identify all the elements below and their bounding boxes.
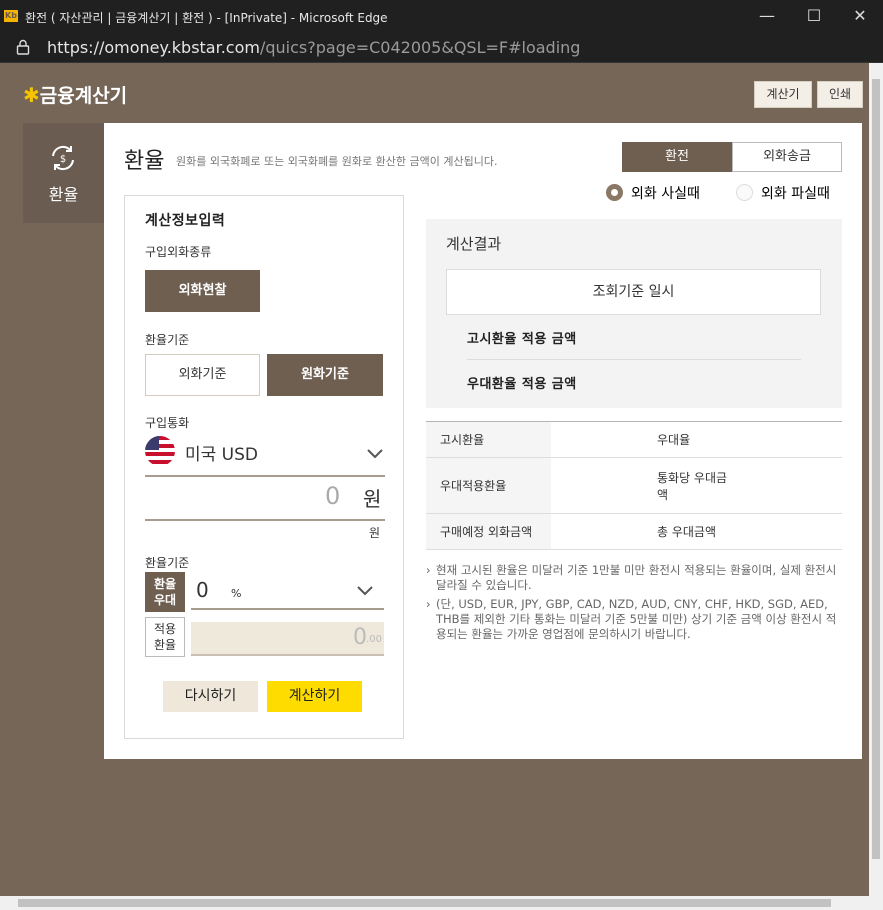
radio-sell[interactable]: 외화 파실때 xyxy=(736,183,830,203)
window-title: 환전 ( 자산관리 | 금융계산기 | 환전 ) - [InPrivate] -… xyxy=(25,11,388,25)
table-cell: 고시환율 xyxy=(426,421,551,458)
table-row: 고시환율 우대율 xyxy=(426,421,842,458)
address-bar[interactable]: https://omoney.kbstar.com/quics?page=C04… xyxy=(0,33,883,63)
applied-tag-line2: 환율 xyxy=(153,638,177,652)
pref-amount-label: 우대환율 적용 금액 xyxy=(467,377,577,392)
table-cell xyxy=(551,421,643,458)
table-cell: 우대적용환율 xyxy=(426,457,551,514)
minimize-button[interactable]: — xyxy=(747,4,787,28)
table-row: 우대적용환율 통화당 우대금액 xyxy=(426,457,842,514)
table-cell: 우대율 xyxy=(643,421,751,458)
chevron-down-icon[interactable] xyxy=(367,449,383,459)
side-tab-label: 환율 xyxy=(48,185,79,204)
notice-amount-label: 고시환율 적용 금액 xyxy=(467,332,577,347)
reset-button[interactable]: 다시하기 xyxy=(163,681,258,712)
pref-tag-line1: 환율 xyxy=(153,577,177,591)
scroll-thumb[interactable] xyxy=(872,79,880,859)
url-host: https://omoney.kbstar.com xyxy=(47,38,260,57)
kb-star-icon: ✱ xyxy=(23,83,40,107)
logo-text: 금융계산기 xyxy=(39,85,128,107)
currency-label: 구입통화 xyxy=(145,416,190,430)
rate-basis-label: 환율기준 xyxy=(145,333,190,347)
page: ✱금융계산기 계산기 인쇄 $ 환율 환율 원화를 외국화폐로 또는 외국화폐를… xyxy=(0,63,869,896)
svg-text:$: $ xyxy=(60,154,66,165)
url-text[interactable]: https://omoney.kbstar.com/quics?page=C04… xyxy=(47,38,580,57)
lock-icon xyxy=(16,39,30,55)
radio-buy-label: 외화 사실때 xyxy=(631,186,700,202)
rate-basis-label-2: 환율기준 xyxy=(145,556,190,570)
applied-rate-tag: 적용환율 xyxy=(145,617,185,657)
horizontal-scrollbar[interactable] xyxy=(0,896,883,910)
pref-rate-unit: % xyxy=(231,587,242,600)
radio-unchecked-icon xyxy=(736,184,753,201)
radio-sell-label: 외화 파실때 xyxy=(761,186,830,202)
table-cell xyxy=(751,513,842,550)
us-flag-icon xyxy=(145,436,175,466)
table-cell xyxy=(551,513,643,550)
pref-rate-value[interactable]: 0 xyxy=(196,578,209,602)
table-row: 구매예정 외화금액 총 우대금액 xyxy=(426,513,842,550)
applied-rate-field: 0 .00 xyxy=(191,622,384,656)
cash-button[interactable]: 외화현찰 xyxy=(145,270,260,312)
table-cell xyxy=(751,421,842,458)
vertical-scrollbar[interactable] xyxy=(869,63,883,896)
note-item: (단, USD, EUR, JPY, GBP, CAD, NZD, AUD, C… xyxy=(426,597,842,642)
favicon-icon: Kb xyxy=(4,10,18,22)
calculator-button[interactable]: 계산기 xyxy=(754,81,812,108)
pref-underline xyxy=(191,608,384,610)
pref-tag-line2: 우대 xyxy=(153,593,177,607)
calculate-button[interactable]: 계산하기 xyxy=(267,681,362,712)
radio-buy[interactable]: 외화 사실때 xyxy=(606,183,700,203)
purchase-type-label: 구입외화종류 xyxy=(145,245,212,259)
table-cell xyxy=(551,457,643,514)
pref-rate-tag: 환율우대 xyxy=(145,572,185,612)
applied-rate-value: 0 xyxy=(353,625,367,650)
side-tab-exchange[interactable]: $ 환율 xyxy=(23,123,104,223)
main-panel: 환율 원화를 외국화폐로 또는 외국화폐를 원화로 환산한 금액이 계산됩니다.… xyxy=(104,123,862,759)
scroll-thumb[interactable] xyxy=(18,899,831,907)
notes: 현재 고시된 환율은 미달러 기준 1만불 미만 환전시 적용되는 환율이며, … xyxy=(426,563,842,646)
basis-foreign-button[interactable]: 외화기준 xyxy=(145,354,260,396)
currency-underline xyxy=(145,475,385,477)
form-section-title: 계산정보입력 xyxy=(145,213,226,229)
tab-exchange[interactable]: 환전 xyxy=(622,142,732,172)
window-titlebar: Kb 환전 ( 자산관리 | 금융계산기 | 환전 ) - [InPrivate… xyxy=(0,0,883,33)
pref-chevron-down-icon[interactable] xyxy=(357,586,373,596)
print-button[interactable]: 인쇄 xyxy=(817,81,863,108)
amount-input[interactable]: 0 xyxy=(325,482,340,510)
table-cell: 통화당 우대금액 xyxy=(643,457,751,514)
close-button[interactable]: ✕ xyxy=(840,4,880,28)
rates-table: 고시환율 우대율 우대적용환율 통화당 우대금액 구매예정 외화금액 총 우대금… xyxy=(426,421,842,550)
page-description: 원화를 외국화폐로 또는 외국화폐를 원화로 환산한 금액이 계산됩니다. xyxy=(176,155,498,168)
result-title: 계산결과 xyxy=(446,235,502,253)
radio-checked-icon xyxy=(606,184,623,201)
amount-subunit: 원 xyxy=(369,526,381,540)
tab-remittance[interactable]: 외화송금 xyxy=(732,142,842,172)
applied-rate-decimal: .00 xyxy=(366,634,382,645)
url-path: /quics?page=C042005&QSL=F#loading xyxy=(259,38,581,57)
result-divider xyxy=(467,359,801,360)
note-item: 현재 고시된 환율은 미달러 기준 1만불 미만 환전시 적용되는 환율이며, … xyxy=(426,563,842,593)
applied-tag-line1: 적용 xyxy=(153,622,177,636)
table-cell: 총 우대금액 xyxy=(643,513,751,550)
result-date: 조회기준 일시 xyxy=(446,269,821,315)
currency-select[interactable]: 미국 USD xyxy=(185,440,258,465)
basis-won-button[interactable]: 원화기준 xyxy=(267,354,383,396)
table-cell xyxy=(751,457,842,514)
table-cell: 구매예정 외화금액 xyxy=(426,513,551,550)
amount-underline xyxy=(145,519,385,521)
amount-unit: 원 xyxy=(363,487,382,511)
logo[interactable]: ✱금융계산기 xyxy=(23,81,127,108)
input-form: 계산정보입력 구입외화종류 외화현찰 환율기준 외화기준 원화기준 구입통화 미… xyxy=(124,195,404,739)
maximize-button[interactable]: ☐ xyxy=(794,4,834,28)
page-title: 환율 xyxy=(124,149,165,174)
exchange-icon: $ xyxy=(52,145,74,171)
result-panel: 계산결과 조회기준 일시 고시환율 적용 금액 우대환율 적용 금액 xyxy=(426,219,842,408)
